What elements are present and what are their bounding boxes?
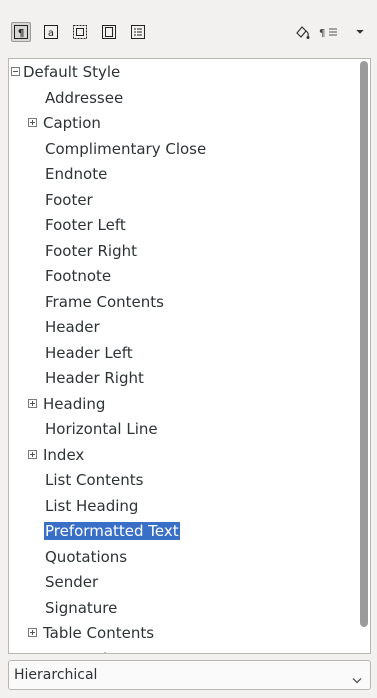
- tree-item-label: Sender: [45, 573, 99, 591]
- tree-item[interactable]: Frame Contents: [44, 289, 165, 315]
- tree-item-label: List Contents: [45, 471, 144, 489]
- styles-list-panel: Default Style Addressee Caption Complimenta…: [8, 58, 371, 654]
- expand-icon[interactable]: [28, 398, 37, 408]
- tree-item[interactable]: Endnote: [44, 161, 108, 187]
- tree-item-label: Addressee: [45, 88, 124, 107]
- style-filter-value: Hierarchical: [14, 667, 98, 683]
- expand-icon[interactable]: [28, 118, 37, 127]
- tree-item-label: Footer Right: [45, 241, 137, 260]
- svg-text:¶: ¶: [319, 28, 325, 39]
- tree-item[interactable]: Footer Left: [44, 212, 127, 238]
- list-styles-icon[interactable]: [128, 22, 148, 42]
- tree-item-label: Index: [43, 445, 85, 464]
- tree-item-label: Caption: [43, 114, 101, 132]
- tree-item[interactable]: Header Right: [44, 365, 145, 391]
- tree-item-label: Quotations: [45, 547, 128, 566]
- tree-item[interactable]: Footer: [44, 187, 94, 213]
- new-style-icon[interactable]: ¶: [318, 22, 342, 42]
- fill-format-mode-icon[interactable]: [293, 22, 313, 42]
- expand-icon[interactable]: [28, 628, 37, 637]
- character-styles-icon[interactable]: a: [41, 22, 61, 42]
- tree-item[interactable]: Complimentary Close: [44, 136, 207, 162]
- tree-item[interactable]: Signature: [44, 595, 118, 621]
- svg-text:a: a: [48, 28, 54, 39]
- tree-item[interactable]: Caption: [28, 110, 102, 136]
- tree-item[interactable]: Addressee: [44, 85, 124, 111]
- tree-item[interactable]: Header: [44, 314, 101, 340]
- page-styles-icon[interactable]: [99, 22, 119, 42]
- tree-item-label: Heading: [43, 394, 106, 413]
- styles-toolbar: ¶ a ¶: [0, 0, 377, 56]
- tree-item[interactable]: Sender: [44, 569, 99, 595]
- expand-icon[interactable]: [28, 449, 37, 459]
- expand-icon[interactable]: [28, 654, 37, 655]
- tree-item-label: Header: [45, 318, 100, 336]
- tree-item-label: Complimentary Close: [45, 139, 207, 158]
- vertical-scrollbar[interactable]: [360, 61, 368, 651]
- tree-item-label: Endnote: [45, 165, 108, 183]
- tree-item-label: Header Left: [45, 343, 133, 362]
- style-filter-dropdown[interactable]: Hierarchical: [8, 660, 371, 690]
- tree-item-label: Frame Contents: [45, 292, 164, 311]
- tree-item-label: Signature: [45, 598, 118, 617]
- tree-item[interactable]: Footer Right: [44, 238, 138, 264]
- collapse-icon[interactable]: [11, 67, 20, 76]
- tree-item-label: Default Style: [23, 63, 121, 81]
- frame-styles-icon[interactable]: [70, 22, 90, 42]
- tree-item[interactable]: Index: [28, 442, 85, 468]
- tree-item[interactable]: Text Body: [42, 646, 117, 654]
- tree-item[interactable]: Horizontal Line: [44, 416, 159, 442]
- tree-item[interactable]: Header Left: [44, 340, 134, 366]
- tree-item-label: Footnote: [45, 267, 112, 285]
- tree-item[interactable]: Heading: [28, 391, 106, 417]
- dropdown-arrow-icon[interactable]: [353, 22, 367, 42]
- tree-item-label: List Heading: [45, 496, 139, 515]
- tree-item-label: Preformatted Text: [44, 522, 180, 540]
- tree-item[interactable]: List Contents: [44, 467, 144, 493]
- scrollbar-thumb[interactable]: [360, 61, 368, 627]
- tree-item-label: Header Right: [45, 369, 144, 387]
- tree-item-label: Footer: [45, 190, 93, 209]
- paragraph-styles-icon[interactable]: ¶: [11, 22, 31, 42]
- tree-item[interactable]: Table Contents: [28, 620, 155, 646]
- tree-item[interactable]: Quotations: [44, 544, 128, 570]
- tree-item-label: Table Contents: [43, 624, 155, 642]
- tree-item-label: Horizontal Line: [45, 420, 158, 438]
- tree-item-label: Text Body: [42, 650, 117, 654]
- chevron-down-icon: [352, 670, 362, 689]
- tree-item[interactable]: List Heading: [44, 493, 139, 519]
- tree-item-label: Footer Left: [45, 216, 126, 234]
- tree-item[interactable]: Footnote: [44, 263, 112, 289]
- tree-item[interactable]: Default Style: [11, 59, 121, 85]
- tree-item[interactable]: Preformatted Text: [44, 518, 180, 544]
- svg-text:¶: ¶: [18, 28, 24, 39]
